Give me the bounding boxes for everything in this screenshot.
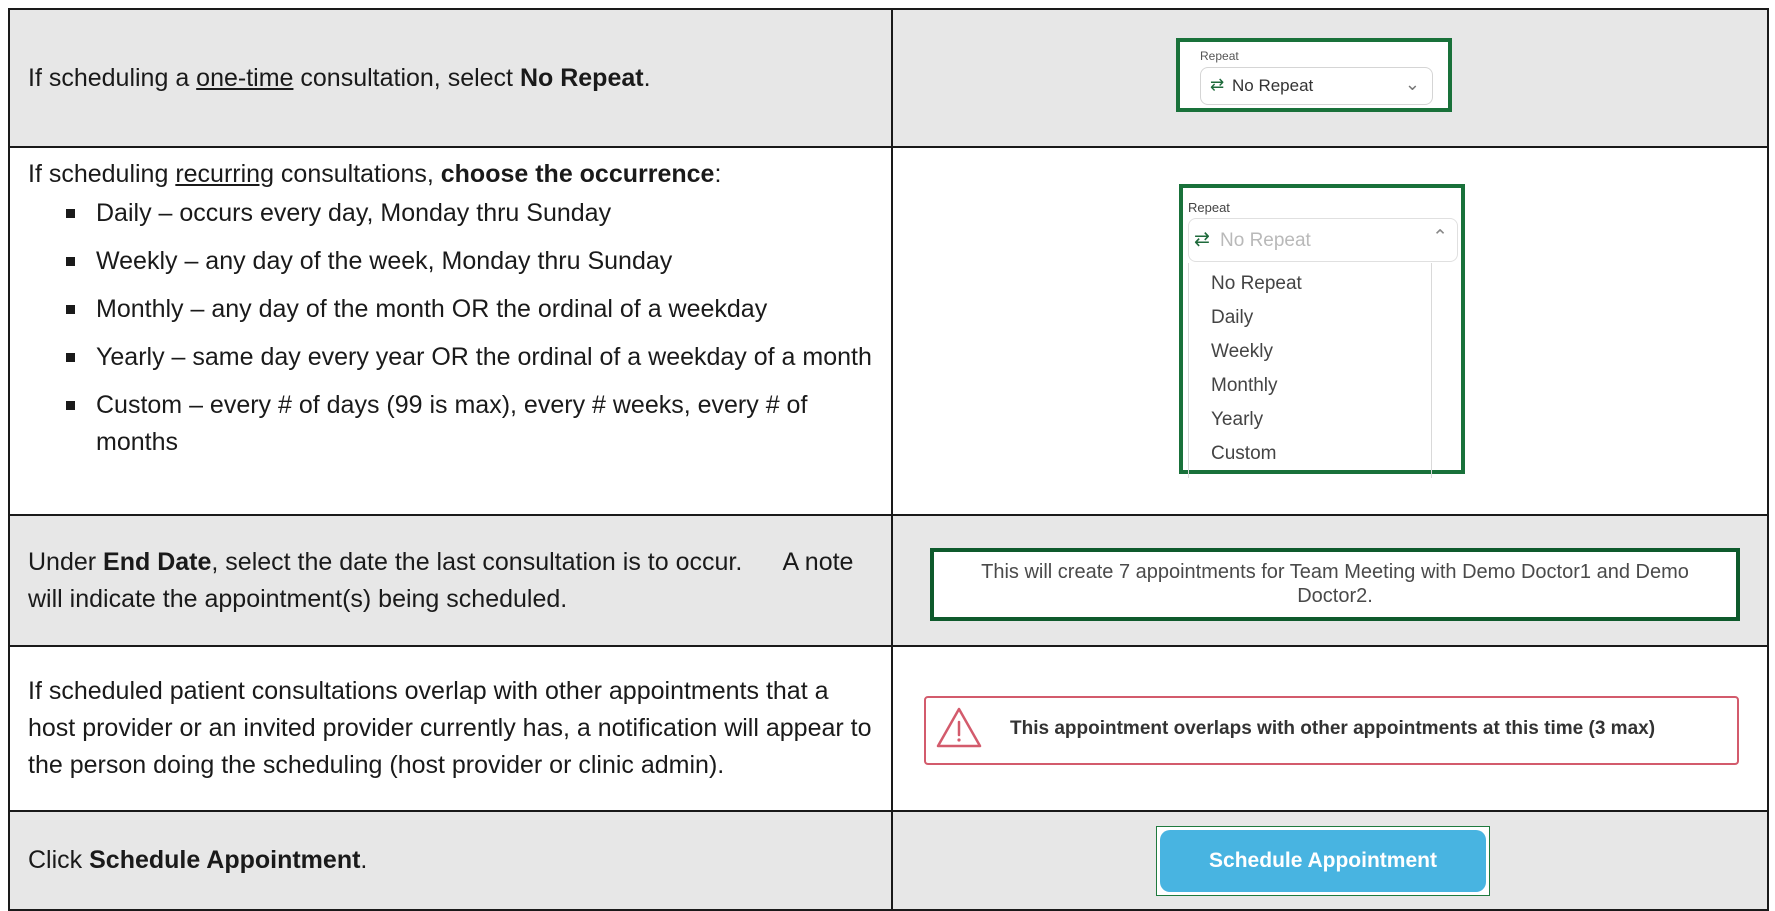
instruction-text: Under [28, 547, 104, 576]
table-row: If scheduling a one-time consultation, s… [8, 8, 1769, 148]
instruction-text: . [360, 846, 368, 874]
list-item: Daily – occurs every day, Monday thru Su… [66, 195, 875, 232]
instruction-bold: Schedule Appointment [89, 846, 361, 874]
list-item: Yearly – same day every year OR the ordi… [66, 339, 875, 376]
instruction-underline: recurring [175, 160, 274, 188]
table-row: Under End Date, select the date the last… [8, 514, 1769, 647]
instruction-table: If scheduling a one-time consultation, s… [8, 8, 1769, 911]
warning-icon [936, 707, 982, 748]
button-highlight: Schedule Appointment [1156, 826, 1490, 896]
option-yearly[interactable]: Yearly [1211, 409, 1263, 431]
chevron-down-icon[interactable]: ⌄ [1405, 74, 1420, 95]
repeat-options-list: No Repeat Daily Weekly Monthly Yearly Cu… [1188, 263, 1432, 478]
option-no-repeat[interactable]: No Repeat [1211, 273, 1302, 295]
instruction-text: consultations, [273, 160, 441, 188]
instruction-text: : [714, 160, 722, 188]
instruction-text: If scheduled patient consultations overl… [28, 677, 872, 779]
list-item: Custom – every # of days (99 is max), ev… [66, 387, 875, 461]
option-daily[interactable]: Daily [1211, 307, 1253, 329]
instruction-bold: No Repeat [519, 63, 644, 92]
instruction-cell: Under End Date, select the date the last… [8, 514, 893, 647]
appointment-note: This will create 7 appointments for Team… [930, 548, 1740, 621]
instruction-text: consultation, select [293, 63, 520, 92]
chevron-up-icon[interactable]: ⌃ [1432, 226, 1448, 249]
repeat-label: Repeat [1188, 200, 1230, 215]
instruction-cell: If scheduling a one-time consultation, s… [8, 8, 893, 148]
table-row: If scheduling recurring consultations, c… [8, 146, 1769, 516]
instruction-cell: If scheduling recurring consultations, c… [8, 146, 893, 516]
instruction-text: If scheduling a [28, 63, 197, 92]
instruction-paragraph: If scheduling recurring consultations, c… [28, 156, 875, 193]
screenshot-cell: This appointment overlaps with other app… [891, 645, 1769, 812]
occurrence-list: Daily – occurs every day, Monday thru Su… [28, 195, 875, 461]
instruction-cell: If scheduled patient consultations overl… [8, 645, 893, 812]
repeat-value: No Repeat [1232, 76, 1314, 95]
instruction-underline: one-time [196, 63, 294, 92]
repeat-label: Repeat [1200, 49, 1239, 63]
repeat-value: No Repeat [1220, 230, 1311, 251]
screenshot-cell: Repeat ⇄ No Repeat ⌄ [891, 8, 1769, 148]
instruction-text: Click [28, 846, 90, 874]
instruction-bold: choose the occurrence [440, 160, 715, 188]
repeat-select[interactable]: ⇄ No Repeat ⌄ [1200, 67, 1433, 105]
instruction-cell: Click Schedule Appointment. [8, 810, 893, 911]
table-row: Click Schedule Appointment. Schedule App… [8, 810, 1769, 911]
table-row: If scheduled patient consultations overl… [8, 645, 1769, 812]
schedule-appointment-button[interactable]: Schedule Appointment [1160, 830, 1486, 892]
repeat-icon: ⇄ [1210, 75, 1225, 94]
repeat-dropdown-highlight: Repeat ⇄ No Repeat ⌃ No Repeat Daily Wee… [1179, 184, 1465, 478]
screenshot-cell: Schedule Appointment [891, 810, 1769, 911]
repeat-icon: ⇄ [1194, 229, 1210, 250]
repeat-select-highlight: Repeat ⇄ No Repeat ⌄ [1176, 38, 1452, 112]
option-monthly[interactable]: Monthly [1211, 375, 1278, 397]
list-item: Monthly – any day of the month OR the or… [66, 291, 875, 328]
option-weekly[interactable]: Weekly [1211, 341, 1273, 363]
list-item: Weekly – any day of the week, Monday thr… [66, 243, 875, 280]
screenshot-cell: This will create 7 appointments for Team… [891, 514, 1769, 647]
instruction-text: If scheduling [28, 160, 176, 188]
instruction-text: . [643, 63, 651, 92]
instruction-bold: End Date [103, 547, 212, 576]
repeat-select[interactable]: ⇄ No Repeat ⌃ [1188, 218, 1458, 262]
warning-text: This appointment overlaps with other app… [1010, 718, 1656, 739]
overlap-warning: This appointment overlaps with other app… [924, 696, 1739, 765]
option-custom[interactable]: Custom [1211, 443, 1276, 465]
